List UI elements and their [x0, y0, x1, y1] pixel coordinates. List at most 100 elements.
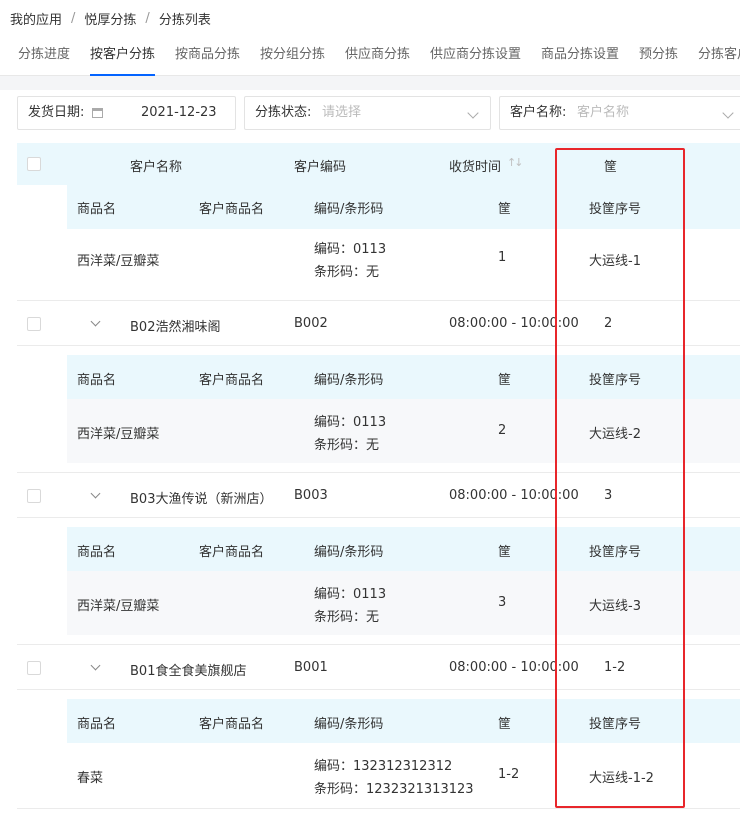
- sub-header-basket-seq: 投筐序号: [589, 202, 642, 217]
- tab-product-sorting-settings[interactable]: 商品分拣设置: [541, 34, 619, 76]
- sub-table-header: 商品名 客户商品名 编码/条形码 筐 投筐序号: [67, 355, 740, 399]
- status-select[interactable]: 请选择: [322, 97, 361, 129]
- sub-header-basket-seq: 投筐序号: [589, 717, 642, 732]
- chevron-down-icon[interactable]: [467, 107, 479, 119]
- row-divider: [17, 472, 740, 473]
- header-customer-code: 客户编码: [294, 160, 347, 175]
- date-filter-value[interactable]: 2021-12-23: [141, 97, 217, 129]
- select-all-checkbox[interactable]: [27, 157, 41, 171]
- sub-header-product-name: 商品名: [77, 373, 117, 388]
- breadcrumb-item-my-apps[interactable]: 我的应用: [10, 9, 62, 28]
- tab-supplier-sorting[interactable]: 供应商分拣: [345, 34, 410, 76]
- row-checkbox[interactable]: [27, 489, 41, 503]
- sub-table-header: 商品名 客户商品名 编码/条形码 筐 投筐序号: [67, 527, 740, 571]
- table-row: 西洋菜/豆瓣菜 编码：0113 条形码：无 3 大运线-3: [67, 571, 740, 635]
- receive-time: 08:00:00 - 10:00:00: [449, 316, 579, 331]
- chevron-down-icon[interactable]: [90, 316, 101, 327]
- product-barcode: 条形码：无: [314, 438, 380, 453]
- customer-filter-label: 客户名称:: [510, 105, 567, 120]
- sub-header-basket-seq: 投筐序号: [589, 373, 642, 388]
- product-name: 西洋菜/豆瓣菜: [77, 599, 160, 614]
- sub-header-product-name: 商品名: [77, 202, 117, 217]
- item-basket: 3: [498, 595, 507, 610]
- customer-filter[interactable]: 客户名称: 客户名称: [499, 96, 740, 130]
- content-gap: [0, 76, 740, 90]
- product-barcode: 条形码：1232321313123: [314, 782, 474, 797]
- header-customer-name: 客户名称: [130, 160, 183, 175]
- row-divider: [17, 345, 740, 346]
- item-basket: 1-2: [498, 767, 520, 782]
- customer-name: B03大渔传说（新洲店）: [130, 492, 273, 507]
- product-name: 西洋菜/豆瓣菜: [77, 427, 160, 442]
- sub-header-basket-seq: 投筐序号: [589, 545, 642, 560]
- sub-header-code-barcode: 编码/条形码: [314, 545, 384, 560]
- tab-supplier-sorting-settings[interactable]: 供应商分拣设置: [430, 34, 521, 76]
- group-basket: 2: [604, 316, 613, 331]
- sort-icon[interactable]: ↑↓: [507, 156, 524, 169]
- sub-header-customer-product-name: 客户商品名: [199, 717, 265, 732]
- status-filter-label: 分拣状态:: [255, 105, 312, 120]
- sub-header-basket: 筐: [498, 373, 512, 388]
- product-barcode: 条形码：无: [314, 265, 380, 280]
- sub-header-basket: 筐: [498, 545, 512, 560]
- row-divider: [17, 644, 740, 645]
- breadcrumb: 我的应用 / 悦厚分拣 / 分拣列表: [10, 8, 211, 28]
- receive-time: 08:00:00 - 10:00:00: [449, 660, 579, 675]
- calendar-icon: [92, 108, 103, 118]
- product-name: 西洋菜/豆瓣菜: [77, 254, 160, 269]
- row-divider: [17, 300, 740, 301]
- chevron-down-icon[interactable]: [722, 107, 734, 119]
- table-row: 春菜 编码：132312312312 条形码：1232321313123 1-2…: [67, 743, 740, 807]
- chevron-down-icon[interactable]: [90, 660, 101, 671]
- tab-sort-by-product[interactable]: 按商品分拣: [175, 34, 240, 76]
- table-row: 西洋菜/豆瓣菜 编码：0113 条形码：无 2 大运线-2: [67, 399, 740, 463]
- item-basket: 2: [498, 423, 507, 438]
- sub-header-customer-product-name: 客户商品名: [199, 373, 265, 388]
- sub-header-code-barcode: 编码/条形码: [314, 717, 384, 732]
- row-checkbox[interactable]: [27, 661, 41, 675]
- item-basket: 1: [498, 250, 507, 265]
- table-header: 客户名称 客户编码 收货时间 ↑↓ 筐: [17, 143, 740, 185]
- receive-time: 08:00:00 - 10:00:00: [449, 488, 579, 503]
- product-name: 春菜: [77, 771, 104, 786]
- group-basket: 1-2: [604, 660, 626, 675]
- row-divider: [17, 689, 740, 690]
- product-code: 编码：0113: [314, 415, 387, 430]
- sub-header-customer-product-name: 客户商品名: [199, 202, 265, 217]
- sub-header-basket: 筐: [498, 717, 512, 732]
- product-code: 编码：0113: [314, 587, 387, 602]
- breadcrumb-item-sorting-list: 分拣列表: [158, 12, 211, 28]
- breadcrumb-item-sorting[interactable]: 悦厚分拣: [84, 9, 136, 28]
- sub-header-product-name: 商品名: [77, 545, 117, 560]
- basket-seq: 大运线-1: [589, 254, 641, 269]
- breadcrumb-separator: /: [71, 10, 76, 26]
- tab-bar: 分拣进度 按客户分拣 按商品分拣 按分组分拣 供应商分拣 供应商分拣设置 商品分…: [0, 34, 740, 76]
- tab-sorting-customer[interactable]: 分拣客户: [698, 34, 740, 76]
- breadcrumb-separator: /: [145, 10, 150, 26]
- customer-name: B02浩然湘味阁: [130, 320, 221, 335]
- product-code: 编码：0113: [314, 242, 387, 257]
- sub-header-basket: 筐: [498, 202, 512, 217]
- row-divider: [17, 808, 740, 809]
- customer-name-input[interactable]: 客户名称: [577, 97, 629, 129]
- tab-pre-sorting[interactable]: 预分拣: [639, 34, 678, 76]
- date-filter[interactable]: 发货日期: 2021-12-23: [17, 96, 236, 130]
- sub-table-header: 商品名 客户商品名 编码/条形码 筐 投筐序号: [67, 185, 740, 229]
- customer-code: B002: [294, 316, 328, 331]
- group-basket: 3: [604, 488, 613, 503]
- customer-name: B01食全食美旗舰店: [130, 664, 247, 679]
- tab-sorting-progress[interactable]: 分拣进度: [18, 34, 70, 76]
- sub-header-code-barcode: 编码/条形码: [314, 202, 384, 217]
- tab-sort-by-customer[interactable]: 按客户分拣: [90, 34, 156, 76]
- sub-header-product-name: 商品名: [77, 717, 117, 732]
- table-row: 西洋菜/豆瓣菜 编码：0113 条形码：无 1 大运线-1: [67, 229, 740, 291]
- tab-sort-by-group[interactable]: 按分组分拣: [260, 34, 325, 76]
- chevron-down-icon[interactable]: [90, 488, 101, 499]
- header-basket: 筐: [604, 160, 618, 175]
- row-checkbox[interactable]: [27, 317, 41, 331]
- status-filter[interactable]: 分拣状态: 请选择: [244, 96, 491, 130]
- sub-table-header: 商品名 客户商品名 编码/条形码 筐 投筐序号: [67, 699, 740, 743]
- header-receive-time[interactable]: 收货时间: [449, 156, 501, 175]
- sub-header-customer-product-name: 客户商品名: [199, 545, 265, 560]
- basket-seq: 大运线-3: [589, 599, 641, 614]
